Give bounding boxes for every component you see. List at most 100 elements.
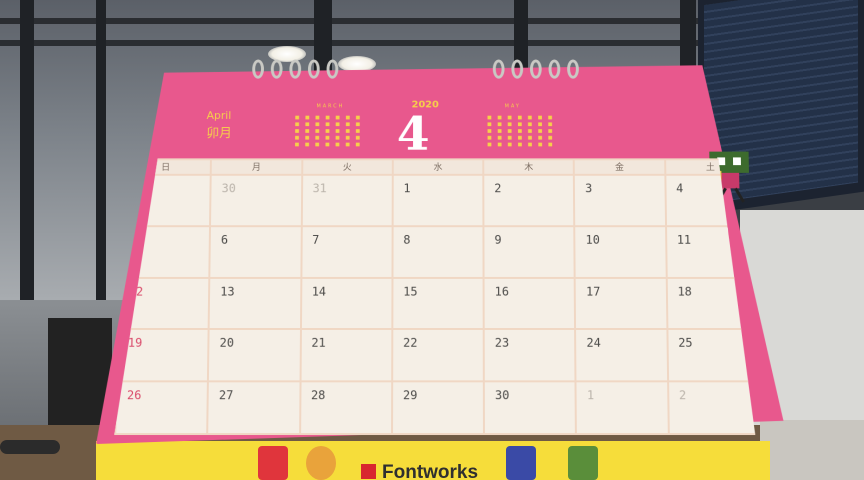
day-cell: 6 — [210, 226, 302, 278]
day-cell: 21 — [300, 329, 392, 381]
weekday-header: 木 — [483, 159, 574, 174]
mascot-character-green — [568, 446, 598, 480]
ring-icon — [548, 59, 561, 79]
day-number: 28 — [310, 388, 326, 403]
next-month-grid: ■ ■ ■ ■ ■ ■ ■ ■ ■ ■ ■ ■ ■ ■ ■ ■ ■ ■ ■ ■ ■ ■… — [487, 115, 555, 148]
day-number: 1 — [403, 181, 411, 196]
day-cell: 9 — [484, 226, 575, 278]
day-cell: 26 — [115, 382, 208, 434]
day-number: 13 — [220, 284, 235, 299]
desk-calendar: April 卯月 2020 4 MARCH ■ ■ ■ ■ ■ ■ ■ ■ ■ ■… — [96, 59, 784, 448]
day-number: 10 — [585, 232, 600, 247]
day-cell: 30 — [210, 175, 302, 226]
week-row: 12131415161718 — [117, 278, 759, 330]
weekday-header: 火 — [302, 159, 393, 174]
photo-scene: Fontworks April 卯月 2020 4 MARCH ■ ■ ■ ■ … — [0, 0, 864, 480]
day-cell: 7 — [301, 226, 393, 278]
day-number: 29 — [402, 388, 418, 403]
day-number: 27 — [218, 388, 234, 403]
week-row: 19 20 21 22 23 24 25 — [116, 329, 759, 381]
ring-icon — [529, 59, 542, 79]
ring-icon — [492, 59, 505, 79]
red-square-logo-icon — [361, 464, 376, 479]
ring-icon — [252, 59, 265, 79]
day-cell: 2 — [668, 382, 761, 434]
day-cell: 24 — [575, 329, 667, 381]
day-cell: 14 — [301, 278, 393, 330]
day-number: 17 — [586, 284, 601, 299]
month-number: 4 — [396, 107, 430, 162]
day-cell: 8 — [392, 226, 483, 278]
ring-icon — [326, 59, 339, 79]
weekday-header-row: 日 月 火 水 木 金 土 — [120, 159, 756, 174]
day-cell: 16 — [484, 278, 576, 330]
date-grid: 日 月 火 水 木 金 土 29303112345678910111213141… — [114, 158, 762, 435]
month-label-japanese: 卯月 — [206, 126, 232, 142]
day-number: 8 — [403, 232, 411, 247]
day-number: 9 — [494, 232, 502, 247]
day-number: 20 — [219, 336, 235, 351]
day-number: 19 — [127, 336, 143, 351]
weekday-header: 水 — [393, 159, 484, 174]
day-number: 25 — [678, 336, 693, 351]
day-number: 24 — [586, 336, 601, 351]
day-number: 31 — [312, 181, 327, 196]
day-number: 14 — [311, 284, 327, 299]
week-row: 29 30 31 1 2 3 4 — [119, 175, 757, 226]
month-label-english: April — [206, 109, 232, 122]
weekday-header: 月 — [211, 159, 302, 174]
mascot-character-orange — [306, 446, 336, 480]
binder-rings-right — [492, 59, 579, 81]
ring-icon — [307, 59, 320, 79]
day-cell: 10 — [575, 226, 667, 278]
week-row: 26 27 28 29 30 1 2 — [115, 382, 760, 434]
ring-icon — [270, 59, 283, 79]
day-cell: 13 — [209, 278, 301, 330]
day-cell: 22 — [392, 329, 484, 381]
ring-icon — [511, 59, 524, 79]
day-number: 22 — [403, 336, 418, 351]
ring-icon — [567, 59, 579, 79]
weekday-header: 日 — [120, 159, 211, 174]
day-number: 18 — [677, 284, 692, 299]
day-cell: 1 — [576, 382, 669, 434]
window-mullion — [20, 0, 34, 300]
day-number: 4 — [675, 181, 684, 196]
day-number: 3 — [585, 181, 593, 196]
day-number: 23 — [494, 336, 510, 351]
next-month-label: MAY — [504, 103, 521, 110]
day-cell: 20 — [208, 329, 300, 381]
day-cell: 29 — [119, 175, 211, 226]
day-cell: 31 — [301, 175, 392, 226]
day-cell: 19 — [116, 329, 209, 381]
day-number: 16 — [494, 284, 509, 299]
day-number: 6 — [220, 232, 229, 247]
date-grid-area: 日 月 火 水 木 金 土 29303112345678910111213141… — [114, 158, 762, 435]
day-number: 26 — [126, 388, 142, 403]
ring-icon — [289, 59, 302, 79]
day-cell: 23 — [484, 329, 576, 381]
day-cell: 28 — [300, 382, 392, 434]
day-number: 1 — [586, 388, 595, 403]
day-cell: 2 — [483, 175, 574, 226]
prev-month-grid: ■ ■ ■ ■ ■ ■ ■ ■ ■ ■ ■ ■ ■ ■ ■ ■ ■ ■ ■ ■ ■ ■… — [294, 115, 363, 148]
day-number: 21 — [311, 336, 326, 351]
day-cell: 27 — [207, 382, 300, 434]
day-number: 2 — [494, 181, 502, 196]
day-cell: 30 — [484, 382, 576, 434]
week-row: 5 6 7 8 9 10 11 — [118, 226, 758, 278]
day-number: 30 — [221, 181, 236, 196]
day-cell: 15 — [392, 278, 484, 330]
weekday-header: 金 — [574, 159, 665, 174]
binder-rings-left — [252, 59, 339, 81]
day-number: 2 — [678, 388, 687, 403]
brand-name: Fontworks — [382, 462, 479, 480]
mascot-character-red — [258, 446, 288, 480]
day-cell: 17 — [575, 278, 667, 330]
day-number: 7 — [312, 232, 320, 247]
day-cell: 1 — [392, 175, 483, 226]
day-cell: 3 — [574, 175, 665, 226]
day-cell: 29 — [392, 382, 484, 434]
day-number: 15 — [403, 284, 418, 299]
mascot-character-blue — [506, 446, 536, 480]
